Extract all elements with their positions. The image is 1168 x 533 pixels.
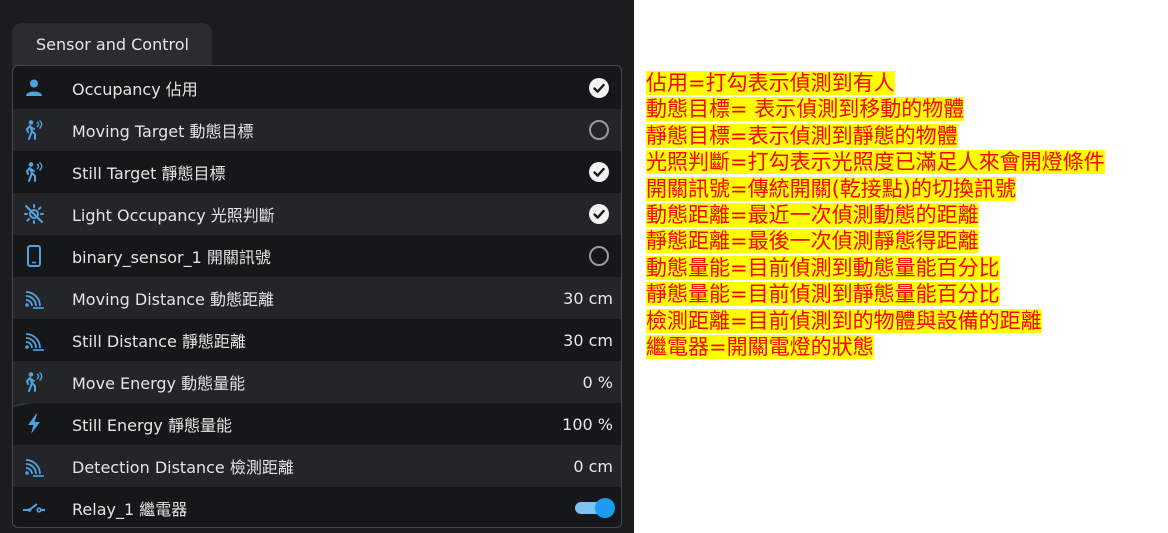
lightning-bolt-icon: [21, 411, 47, 437]
tab-sensor-and-control[interactable]: Sensor and Control: [12, 23, 212, 66]
entity-label: Light Occupancy 光照判斷: [72, 206, 275, 225]
entity-row-relay-1[interactable]: Relay_1 繼電器: [13, 487, 621, 527]
entity-value: 30 cm: [563, 288, 613, 308]
entity-label: Relay_1 繼電器: [72, 500, 188, 519]
entity-row-occupancy[interactable]: Occupancy 佔用: [13, 67, 621, 109]
checked-icon: [589, 162, 609, 182]
entity-row-still-distance[interactable]: Still Distance 靜態距離 30 cm: [13, 319, 621, 361]
annotation-notes: 佔用=打勾表示偵測到有人 動態目標= 表示偵測到移動的物體 靜態目標=表示偵測到…: [646, 70, 1105, 360]
note-line: 光照判斷=打勾表示光照度已滿足人來會開燈條件: [646, 149, 1105, 175]
note-line: 動態目標= 表示偵測到移動的物體: [646, 96, 1105, 122]
note-line: 靜態距離=最後一次偵測靜態得距離: [646, 228, 1105, 254]
entity-row-light-occupancy[interactable]: Light Occupancy 光照判斷: [13, 193, 621, 235]
note-line: 靜態量能=目前偵測到靜態量能百分比: [646, 281, 1105, 307]
entity-label: Detection Distance 檢測距離: [72, 458, 294, 477]
entity-row-moving-target[interactable]: Moving Target 動態目標: [13, 109, 621, 151]
toggle-knob: [595, 498, 615, 518]
note-line: 靜態目標=表示偵測到靜態的物體: [646, 123, 1105, 149]
entity-row-moving-distance[interactable]: Moving Distance 動態距離 30 cm: [13, 277, 621, 319]
motion-sensor-icon: [21, 369, 47, 395]
electric-switch-icon: [21, 495, 47, 521]
note-text: 光照判斷=打勾表示光照度已滿足人來會開燈條件: [646, 150, 1105, 175]
note-text: 動態距離=最近一次偵測動態的距離: [646, 203, 979, 228]
entity-label: Still Distance 靜態距離: [72, 332, 246, 351]
entity-label: Moving Distance 動態距離: [72, 290, 274, 309]
checked-icon: [589, 204, 609, 224]
cellphone-icon: [21, 243, 47, 269]
motion-sensor-icon: [21, 159, 47, 185]
entity-label: Occupancy 佔用: [72, 80, 198, 99]
note-text: 佔用=打勾表示偵測到有人: [646, 71, 895, 95]
signal-distance-icon: [21, 327, 47, 353]
checked-icon: [589, 78, 609, 98]
entity-label: Still Target 靜態目標: [72, 164, 226, 183]
note-line: 開關訊號=傳統開關(乾接點)的切換訊號: [646, 176, 1105, 202]
entity-row-binary-sensor-1[interactable]: binary_sensor_1 開關訊號: [13, 235, 621, 277]
entity-row-still-energy[interactable]: Still Energy 靜態量能 100 %: [13, 403, 621, 445]
entity-value: 30 cm: [563, 330, 613, 350]
sensor-panel: Sensor and Control Occupancy 佔用 Moving T…: [0, 0, 634, 533]
entity-value: 0 %: [582, 372, 613, 392]
note-text: 靜態距離=最後一次偵測靜態得距離: [646, 229, 979, 254]
entity-row-detection-distance[interactable]: Detection Distance 檢測距離 0 cm: [13, 445, 621, 487]
note-line: 檢測距離=目前偵測到的物體與設備的距離: [646, 308, 1105, 334]
signal-distance-icon: [21, 453, 47, 479]
entity-value: 100 %: [562, 414, 613, 434]
note-text: 開關訊號=傳統開關(乾接點)的切換訊號: [646, 176, 1016, 201]
note-text: 動態量能=目前偵測到動態量能百分比: [646, 255, 1000, 280]
motion-sensor-icon: [21, 117, 47, 143]
note-text: 檢測距離=目前偵測到的物體與設備的距離: [646, 308, 1042, 333]
relay-toggle-switch[interactable]: [575, 498, 615, 518]
unchecked-icon: [589, 120, 609, 140]
brightness-off-icon: [21, 201, 47, 227]
entity-label: binary_sensor_1 開關訊號: [72, 248, 271, 267]
entity-label: Still Energy 靜態量能: [72, 416, 232, 435]
signal-distance-icon: [21, 285, 47, 311]
note-line: 動態距離=最近一次偵測動態的距離: [646, 202, 1105, 228]
note-line: 佔用=打勾表示偵測到有人: [646, 70, 1105, 96]
entity-value: 0 cm: [573, 456, 613, 476]
person-icon: [21, 75, 47, 101]
unchecked-icon: [589, 246, 609, 266]
entity-row-move-energy[interactable]: Move Energy 動態量能 0 %: [13, 361, 621, 403]
note-text: 繼電器=開關電燈的狀態: [646, 335, 874, 360]
entity-label: Move Energy 動態量能: [72, 374, 246, 393]
note-text: 動態目標= 表示偵測到移動的物體: [646, 97, 965, 122]
note-line: 動態量能=目前偵測到動態量能百分比: [646, 255, 1105, 281]
note-text: 靜態量能=目前偵測到靜態量能百分比: [646, 282, 1000, 307]
entity-label: Moving Target 動態目標: [72, 122, 254, 141]
entity-row-still-target[interactable]: Still Target 靜態目標: [13, 151, 621, 193]
note-line: 繼電器=開關電燈的狀態: [646, 334, 1105, 360]
entities-card: Occupancy 佔用 Moving Target 動態目標 Still Ta…: [12, 65, 622, 528]
note-text: 靜態目標=表示偵測到靜態的物體: [646, 123, 958, 148]
